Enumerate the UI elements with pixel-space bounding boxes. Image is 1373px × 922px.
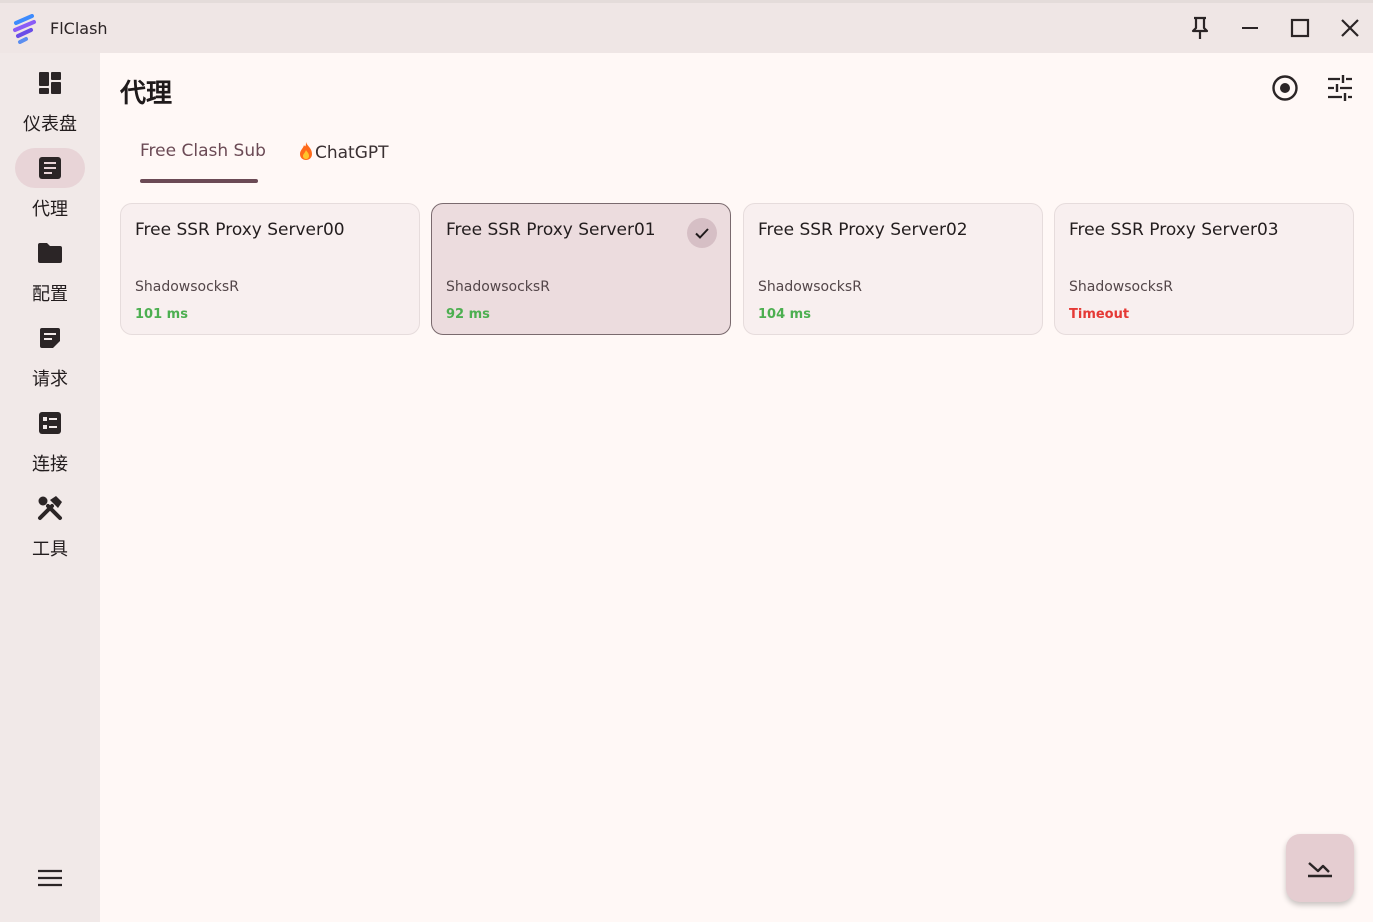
maximize-icon (1290, 18, 1310, 38)
pin-icon (1191, 16, 1209, 39)
proxy-delay[interactable]: 104 ms (758, 307, 811, 322)
proxy-name: Free SSR Proxy Server02 (758, 220, 968, 240)
app-title: FlClash (50, 19, 108, 38)
proxy-card[interactable]: Free SSR Proxy Server02 ShadowsocksR 104… (743, 203, 1043, 335)
sidebar-item-connections[interactable]: 连接 (0, 403, 100, 483)
proxy-card[interactable]: Free SSR Proxy Server00 ShadowsocksR 101… (120, 203, 420, 335)
sidebar-item-label: 工具 (32, 539, 68, 560)
main-content: 代理 Free Clash Sub ChatGPT Free SSR Proxy… (100, 53, 1373, 922)
page-title: 代理 (120, 79, 173, 109)
proxy-delay[interactable]: 92 ms (446, 307, 490, 322)
check-icon (695, 228, 709, 239)
sidebar-item-proxy[interactable]: 代理 (0, 148, 100, 228)
flclash-logo-icon (13, 14, 36, 44)
hamburger-menu-button[interactable] (30, 861, 70, 895)
active-tab-indicator (140, 179, 258, 183)
sidebar-item-label: 请求 (32, 369, 68, 390)
app-window: FlClash 仪表盘 代理 配置 请求 连接 工具 代理 Free Clash… (0, 0, 1373, 922)
pin-button[interactable] (1184, 12, 1216, 44)
selected-badge (687, 218, 717, 248)
sidebar: 仪表盘 代理 配置 请求 连接 工具 (0, 53, 100, 922)
proxy-name: Free SSR Proxy Server03 (1069, 220, 1279, 240)
title-bar[interactable]: FlClash (0, 0, 1373, 53)
dashboard-icon (39, 72, 61, 94)
title-bar-top-strip (0, 0, 1373, 3)
tab-free-clash-sub[interactable]: Free Clash Sub (140, 141, 266, 161)
hamburger-menu-icon (38, 869, 62, 887)
minimize-icon (1242, 27, 1258, 29)
proxy-name: Free SSR Proxy Server00 (135, 220, 345, 240)
sidebar-item-tools[interactable]: 工具 (0, 488, 100, 568)
article-icon (39, 157, 61, 179)
sidebar-item-label: 连接 (32, 454, 68, 475)
proxy-card-selected[interactable]: Free SSR Proxy Server01 ShadowsocksR 92 … (431, 203, 731, 335)
tab-label: ChatGPT (315, 143, 389, 163)
proxy-type: ShadowsocksR (1069, 279, 1173, 295)
sidebar-item-label: 仪表盘 (23, 114, 77, 135)
proxy-delay[interactable]: Timeout (1069, 307, 1129, 322)
locate-selected-button[interactable] (1270, 73, 1300, 103)
test-delay-icon (1308, 862, 1332, 878)
nav-pill (15, 488, 85, 528)
nav-pill-active (15, 148, 85, 188)
sidebar-item-label: 配置 (32, 284, 68, 305)
nav-pill (15, 403, 85, 443)
tools-icon (38, 496, 62, 520)
test-delay-fab[interactable] (1286, 834, 1354, 902)
list-alt-icon (39, 412, 61, 434)
close-icon (1341, 19, 1359, 37)
sidebar-item-dashboard[interactable]: 仪表盘 (0, 63, 100, 143)
proxy-type: ShadowsocksR (758, 279, 862, 295)
nav-pill (15, 318, 85, 358)
close-button[interactable] (1334, 12, 1366, 44)
filter-settings-button[interactable] (1325, 73, 1355, 103)
notes-icon (40, 328, 60, 348)
minimize-button[interactable] (1234, 12, 1266, 44)
sidebar-item-profiles[interactable]: 配置 (0, 233, 100, 313)
nav-pill (15, 233, 85, 273)
nav-pill (15, 63, 85, 103)
tab-chatgpt[interactable]: ChatGPT (297, 141, 389, 163)
proxy-delay[interactable]: 101 ms (135, 307, 188, 322)
proxy-type: ShadowsocksR (135, 279, 239, 295)
maximize-button[interactable] (1284, 12, 1316, 44)
sidebar-item-requests[interactable]: 请求 (0, 318, 100, 398)
folder-icon (38, 243, 62, 263)
radio-target-icon (1272, 75, 1298, 101)
proxy-name: Free SSR Proxy Server01 (446, 220, 656, 240)
proxy-type: ShadowsocksR (446, 279, 550, 295)
proxy-card[interactable]: Free SSR Proxy Server03 ShadowsocksR Tim… (1054, 203, 1354, 335)
fire-icon (300, 142, 312, 160)
tune-icon (1328, 75, 1352, 101)
sidebar-item-label: 代理 (32, 199, 68, 220)
